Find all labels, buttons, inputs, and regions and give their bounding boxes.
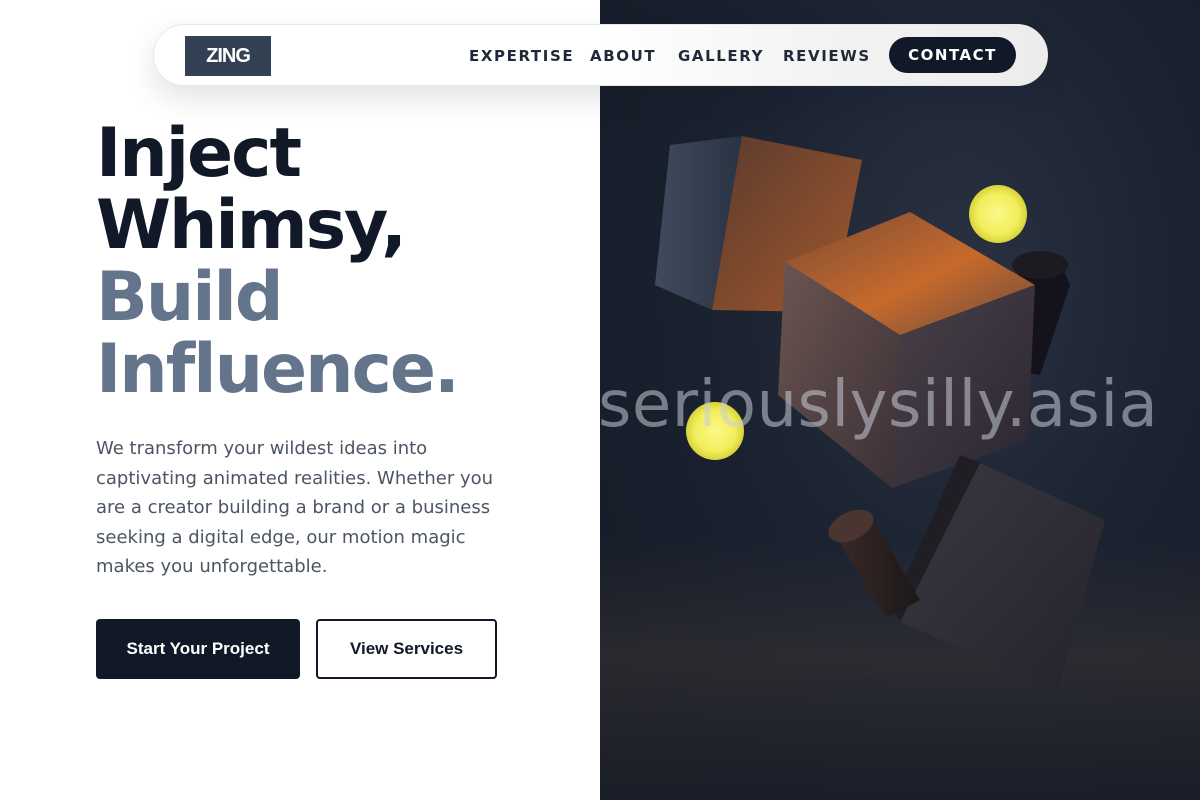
glow-sphere-top [969,185,1027,243]
top-navbar: ZING EXPERTISE ABOUT GALLERY REVIEWS CON… [153,24,1048,86]
main-cube [778,212,1035,488]
headline-line-4: Influence. [96,330,460,409]
hero-left-panel: Inject Whimsy, Build Influence. We trans… [0,0,600,800]
headline-line-1: Inject [96,114,302,193]
nav-link-gallery[interactable]: GALLERY [678,47,764,65]
headline-line-2: Whimsy, [96,186,407,265]
contact-button[interactable]: CONTACT [889,37,1016,73]
hero-headline: Inject Whimsy, Build Influence. [96,114,460,409]
small-cylinder [828,509,920,618]
lower-cube [892,455,1105,690]
nav-link-expertise[interactable]: EXPERTISE [469,47,574,65]
view-services-button[interactable]: View Services [316,619,497,679]
nav-link-reviews[interactable]: REVIEWS [783,47,871,65]
brand-logo[interactable]: ZING [185,36,271,76]
watermark-text: seriouslysilly.asia [598,368,1159,442]
headline-line-3: Build [96,258,284,337]
hero-description: We transform your wildest ideas into cap… [96,438,494,577]
nav-link-about[interactable]: ABOUT [590,47,656,65]
start-project-button[interactable]: Start Your Project [96,619,300,679]
